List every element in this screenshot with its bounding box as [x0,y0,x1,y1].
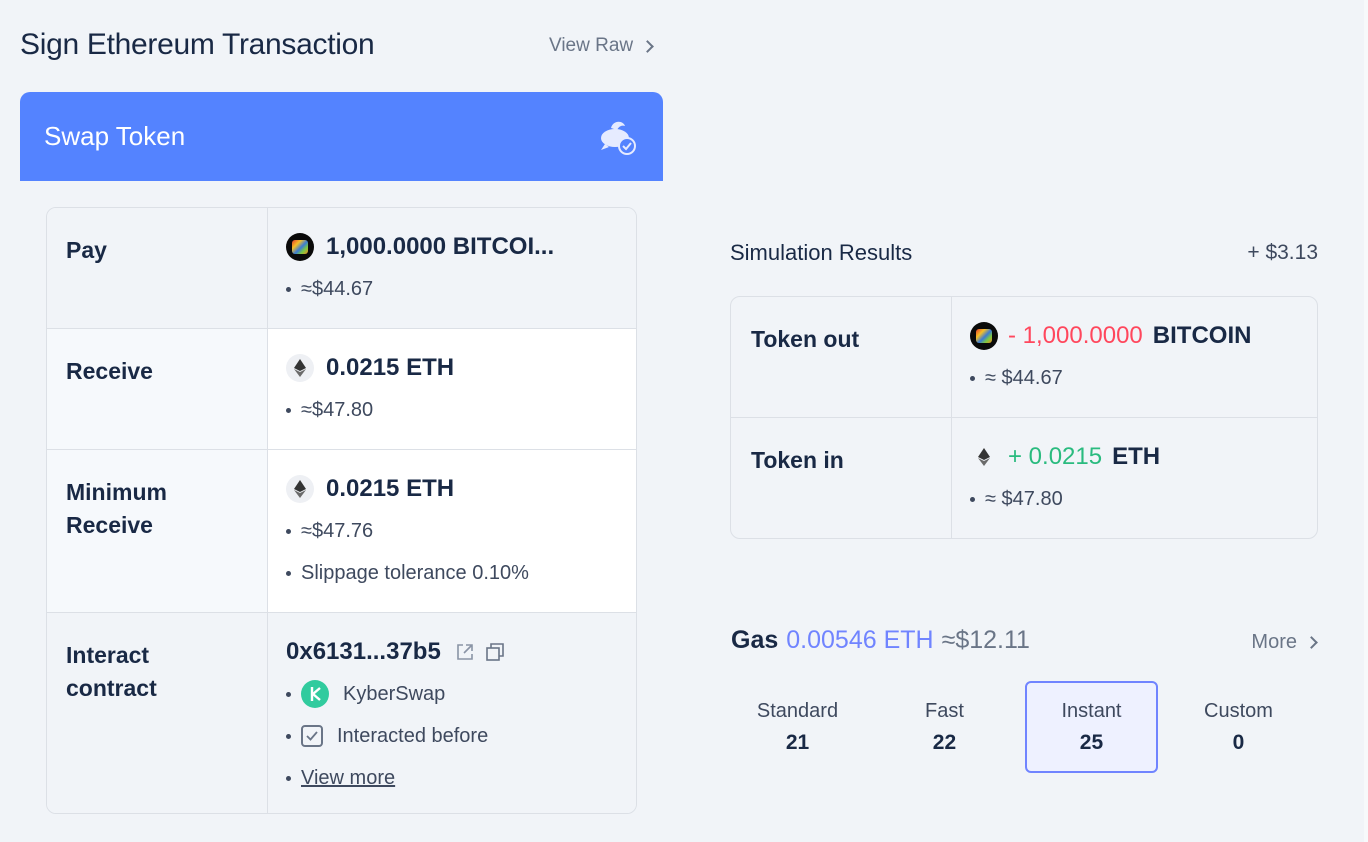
bullet-icon [286,570,291,576]
minimum-receive-label: Minimum Receive [47,450,268,612]
gas-option-instant[interactable]: Instant 25 [1024,681,1158,773]
token-in-usd: ≈ $47.80 [985,487,1063,510]
gas-options: Standard 21 Fast 22 Instant 25 Custom 0 [731,681,1319,773]
minimum-receive-usd: ≈$47.76 [301,519,374,542]
interacted-before: Interacted before [337,724,489,747]
page-title: Sign Ethereum Transaction [20,28,375,61]
swap-token-banner: Swap Token [20,92,663,181]
pay-row: Pay 1,000.0000 BITCOI... ≈$44.67 [47,208,636,328]
gas-option-standard[interactable]: Standard 21 [731,681,864,773]
kyberswap-logo-icon [301,680,329,708]
pay-value: 1,000.0000 BITCOI... ≈$44.67 [268,208,636,328]
simulation-title: Simulation Results [730,240,913,265]
interact-contract-label-line1: Interact [66,642,150,668]
transaction-details-table: Pay 1,000.0000 BITCOI... ≈$44.67 Receive… [46,207,637,814]
external-link-icon[interactable] [455,642,475,662]
bullet-icon [286,528,291,534]
eth-icon [286,354,314,382]
token-in-label: Token in [731,418,952,538]
view-raw-link[interactable]: View Raw [549,35,655,57]
more-label: More [1251,631,1297,653]
simulation-results-table: Token out - 1,000.0000 BITCOIN ≈ $44.67 … [730,296,1318,539]
gas-option-value: 22 [932,730,957,754]
token-in-amount: + 0.0215 [1008,443,1103,470]
view-raw-label: View Raw [549,35,634,56]
token-out-row: Token out - 1,000.0000 BITCOIN ≈ $44.67 [731,297,1317,417]
gas-summary: Gas 0.00546 ETH ≈$12.11 [731,626,1030,655]
gas-eth-amount: 0.00546 ETH [786,626,934,654]
contract-address: 0x6131...37b5 [286,638,441,665]
token-in-symbol: ETH [1112,443,1161,470]
chevron-right-icon [1305,636,1318,649]
eth-icon [286,475,314,503]
gas-label: Gas [731,626,779,654]
token-in-value: + 0.0215 ETH ≈ $47.80 [952,418,1317,538]
bullet-icon [286,691,291,697]
receive-amount: 0.0215 ETH [326,354,455,381]
token-out-amount: - 1,000.0000 [1008,322,1143,349]
interact-contract-value: 0x6131...37b5 KyberSwap Interacted befor… [268,613,636,813]
interact-contract-row: Interact contract 0x6131...37b5 KyberSwa… [47,612,636,813]
gas-option-value: 21 [785,730,810,754]
protocol-name: KyberSwap [343,682,446,705]
minimum-receive-row: Minimum Receive 0.0215 ETH ≈$47.76 Slipp… [47,449,636,612]
token-out-symbol: BITCOIN [1152,322,1252,349]
gas-option-custom[interactable]: Custom 0 [1172,681,1305,773]
bullet-icon [970,496,975,502]
pay-usd: ≈$44.67 [301,277,374,300]
receive-value: 0.0215 ETH ≈$47.80 [268,329,636,449]
interact-contract-label: Interact contract [47,613,268,813]
eth-icon [970,443,998,471]
banner-title: Swap Token [44,121,186,151]
gas-option-value: 0 [1232,730,1245,754]
gas-option-fast[interactable]: Fast 22 [878,681,1011,773]
bullet-icon [970,375,975,381]
view-more-link[interactable]: View more [301,767,395,790]
minimum-receive-amount: 0.0215 ETH [326,475,455,502]
simulation-balance-change: + $3.13 [1247,241,1318,264]
receive-row: Receive 0.0215 ETH ≈$47.80 [47,328,636,449]
bullet-icon [286,286,291,292]
copy-icon[interactable] [485,642,505,662]
gas-option-name: Custom [1204,699,1273,722]
receive-usd: ≈$47.80 [301,398,374,421]
chevron-right-icon [641,39,655,53]
bullet-icon [286,775,291,781]
bullet-icon [286,407,291,413]
minimum-receive-label-line1: Minimum [66,479,167,505]
token-out-value: - 1,000.0000 BITCOIN ≈ $44.67 [952,297,1317,417]
pay-amount: 1,000.0000 BITCOI... [326,233,555,260]
token-in-row: Token in + 0.0215 ETH ≈ $47.80 [731,417,1317,538]
checkbox-checked-icon [301,725,323,747]
receive-label: Receive [47,329,268,449]
token-out-usd: ≈ $44.67 [985,366,1063,389]
bitcoin-meme-token-icon [286,233,314,261]
gas-option-name: Standard [756,699,839,722]
gas-option-name: Instant [1061,699,1122,722]
gas-more-button[interactable]: More [1251,631,1318,654]
bullet-icon [286,733,291,739]
minimum-receive-label-line2: Receive [66,512,153,538]
token-out-label: Token out [731,297,952,417]
interact-contract-label-line2: contract [66,675,157,701]
slippage-tolerance: Slippage tolerance 0.10% [301,561,529,584]
rabbit-check-icon [595,114,641,160]
pay-label: Pay [47,208,268,328]
gas-option-value: 25 [1079,730,1104,754]
gas-usd-amount: ≈$12.11 [941,626,1030,654]
minimum-receive-value: 0.0215 ETH ≈$47.76 Slippage tolerance 0.… [268,450,636,612]
bitcoin-meme-token-icon [970,322,998,350]
gas-option-name: Fast [925,699,964,722]
window-edge [1364,0,1368,842]
